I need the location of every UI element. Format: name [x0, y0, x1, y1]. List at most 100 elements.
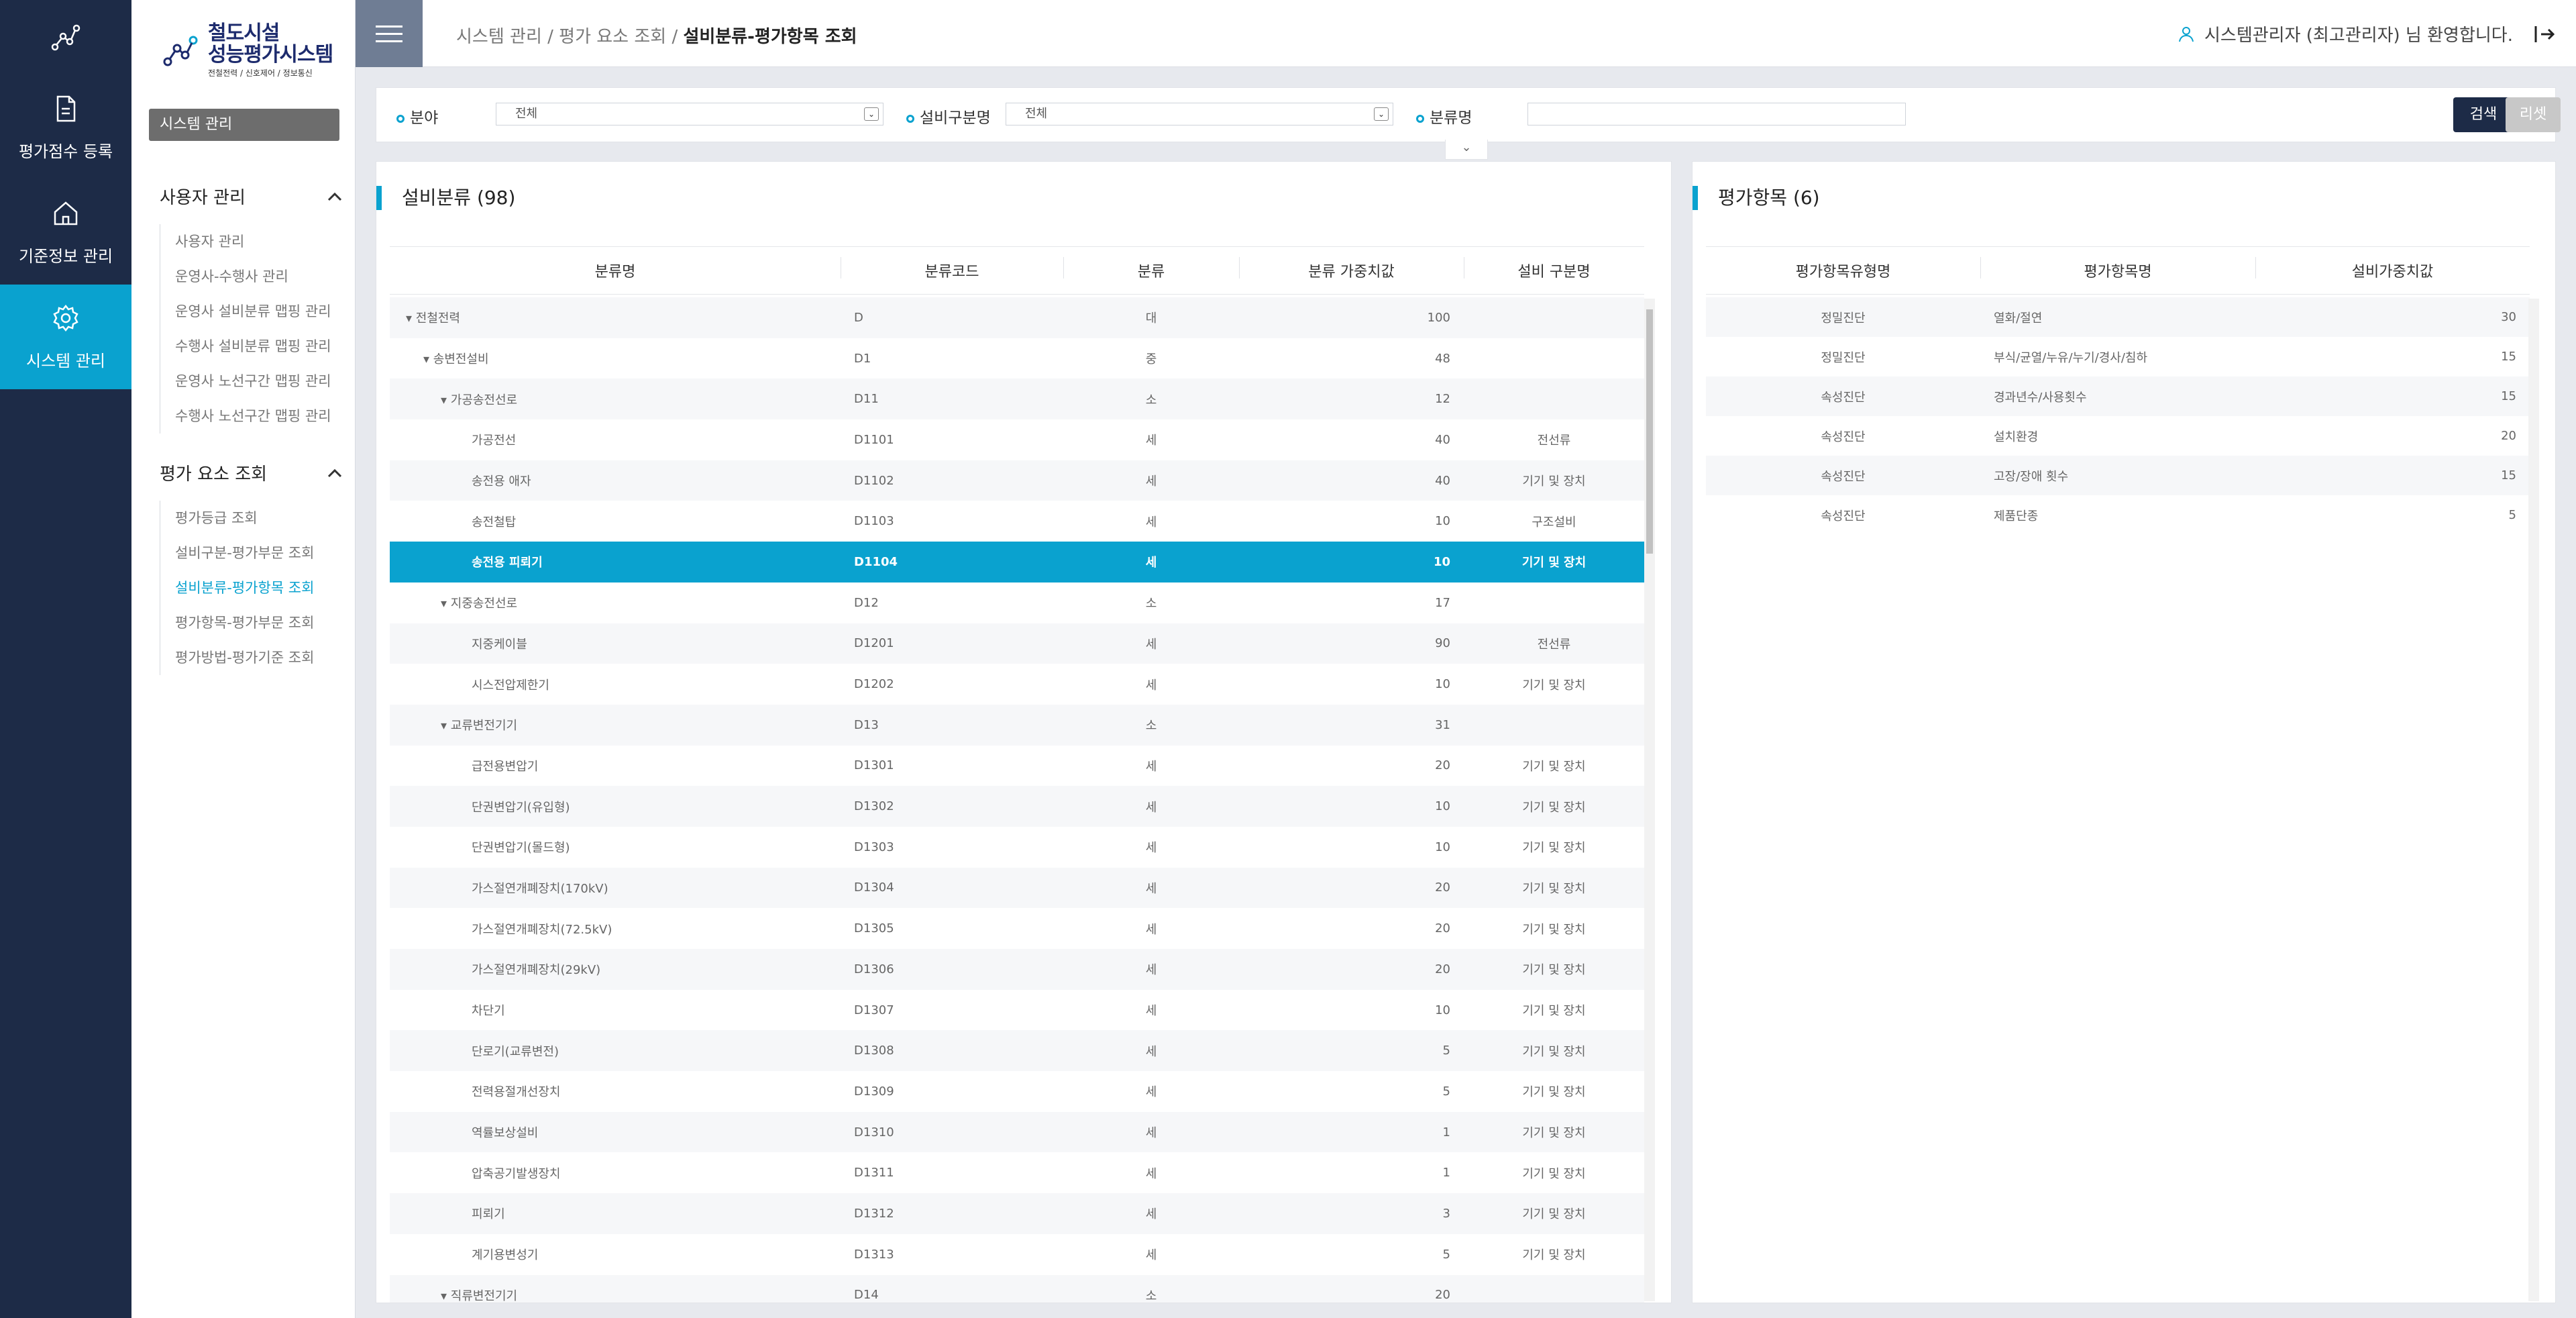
table-row[interactable]: 가스절연개폐장치(72.5kV) D1305 세 20 기기 및 장치: [390, 908, 1644, 949]
table-row[interactable]: ▾ 직류변전기기 D14 소 20: [390, 1274, 1644, 1303]
search-button[interactable]: 검색: [2453, 97, 2514, 132]
top-bar: 시스템 관리 / 평가 요소 조회 / 설비분류-평가항목 조회 시스템관리자 …: [356, 0, 2576, 67]
chevron-down-icon: ⌄: [864, 107, 879, 121]
cell-class-name: 가스절연개폐장치(170kV): [472, 881, 608, 896]
table-row[interactable]: 계기용변성기 D1313 세 5 기기 및 장치: [390, 1234, 1644, 1275]
cell-class-code: D1301: [854, 758, 894, 773]
table-row[interactable]: 지중케이블 D1201 세 90 전선류: [390, 623, 1644, 664]
class-name-input[interactable]: [1527, 103, 1906, 125]
table-row[interactable]: 속성진단 경과년수/사용횟수 15: [1706, 376, 2530, 416]
collapse-filter-button[interactable]: ⌄: [1445, 140, 1488, 160]
table-row[interactable]: 급전용변압기 D1301 세 20 기기 및 장치: [390, 746, 1644, 787]
evaluation-item-table-header: 평가항목유형명 평가항목명 설비가중치값: [1706, 246, 2530, 295]
cell-equip-name: 기기 및 장치: [1522, 922, 1586, 937]
cell-class-level: 세: [1145, 474, 1157, 489]
table-row[interactable]: 단권변압기(몰드형) D1303 세 10 기기 및 장치: [390, 827, 1644, 868]
cell-item-weight: 15: [2501, 468, 2516, 483]
cell-class-name: ▾ 교류변전기기: [441, 719, 518, 733]
column-header[interactable]: 설비 구분명: [1464, 257, 1644, 281]
cell-item-name: 설치환경: [1994, 429, 2039, 444]
cell-class-code: D1311: [854, 1166, 894, 1180]
table-row[interactable]: 전력용절개선장치 D1309 세 5 기기 및 장치: [390, 1071, 1644, 1112]
equip-select[interactable]: 전체 ⌄: [1006, 103, 1393, 125]
table-row[interactable]: ▾ 교류변전기기 D13 소 31: [390, 704, 1644, 746]
sidebar-group-title: 평가 요소 조회: [160, 464, 268, 485]
scrollbar-thumb[interactable]: [1646, 309, 1653, 554]
table-row[interactable]: 송전용 피뢰기 D1104 세 10 기기 및 장치: [390, 542, 1644, 582]
table-row[interactable]: 시스전압제한기 D1202 세 10 기기 및 장치: [390, 664, 1644, 705]
cell-item-name: 제품단종: [1994, 509, 2039, 523]
breadcrumb: 시스템 관리 / 평가 요소 조회 / 설비분류-평가항목 조회: [456, 23, 857, 48]
cell-class-code: D1310: [854, 1125, 894, 1139]
table-row[interactable]: 단로기(교류변전) D1308 세 5 기기 및 장치: [390, 1030, 1644, 1072]
table-row[interactable]: ▾ 송변전설비 D1 중 48: [390, 338, 1644, 379]
cell-class-level: 소: [1145, 719, 1157, 733]
cell-equip-name: 기기 및 장치: [1522, 841, 1586, 856]
sidebar-item[interactable]: 설비분류-평가항목 조회: [175, 570, 342, 605]
table-row[interactable]: 속성진단 설치환경 20: [1706, 416, 2530, 456]
reset-button[interactable]: 리셋: [2506, 97, 2561, 132]
column-header[interactable]: 분류코드: [841, 257, 1063, 281]
field-select[interactable]: 전체 ⌄: [496, 103, 883, 125]
table-row[interactable]: 송전철탑 D1103 세 10 구조설비: [390, 501, 1644, 542]
cell-equip-name: 기기 및 장치: [1522, 1166, 1586, 1181]
cell-item-weight: 15: [2501, 350, 2516, 364]
table-row[interactable]: ▾ 전철전력 D 대 100: [390, 297, 1644, 338]
cell-class-code: D1302: [854, 799, 894, 814]
cell-class-name: ▾ 직류변전기기: [441, 1288, 518, 1303]
table-row[interactable]: 가공전선 D1101 세 40 전선류: [390, 419, 1644, 460]
table-row[interactable]: 가스절연개폐장치(170kV) D1304 세 20 기기 및 장치: [390, 867, 1644, 909]
column-header[interactable]: 분류 가중치값: [1239, 257, 1464, 281]
sidebar-item[interactable]: 사용자 관리: [175, 224, 342, 259]
sidebar-item[interactable]: 운영사 노선구간 맵핑 관리: [175, 364, 342, 399]
column-header[interactable]: 분류: [1063, 257, 1239, 281]
rail-item-2[interactable]: 기준정보 관리: [0, 180, 131, 285]
column-header[interactable]: 설비가중치값: [2255, 257, 2530, 281]
cell-equip-name: 기기 및 장치: [1522, 881, 1586, 896]
table-row[interactable]: 정밀진단 열화/절연 30: [1706, 297, 2530, 337]
sidebar-item[interactable]: 운영사 설비분류 맵핑 관리: [175, 294, 342, 329]
sidebar-item[interactable]: 평가등급 조회: [175, 501, 342, 536]
table-row[interactable]: 압축공기발생장치 D1311 세 1 기기 및 장치: [390, 1152, 1644, 1193]
sidebar-item[interactable]: 운영사-수행사 관리: [175, 259, 342, 294]
chart-network-icon[interactable]: [0, 0, 131, 75]
column-header[interactable]: 평가항목유형명: [1706, 260, 1980, 281]
sidebar-item[interactable]: 수행사 설비분류 맵핑 관리: [175, 329, 342, 364]
rail-item-label: 평가점수 등록: [18, 142, 113, 161]
hamburger-menu-button[interactable]: [356, 0, 423, 67]
sidebar-section-title: 시스템 관리: [149, 109, 339, 141]
table-row[interactable]: 단권변압기(유입형) D1302 세 10 기기 및 장치: [390, 786, 1644, 827]
evaluation-item-scrollbar[interactable]: [2528, 299, 2539, 1301]
cell-class-name: 송전용 애자: [472, 474, 531, 489]
sidebar-group-header[interactable]: 사용자 관리: [160, 183, 342, 209]
cell-equip-name: 기기 및 장치: [1522, 1085, 1586, 1100]
sidebar-item[interactable]: 평가항목-평가부문 조회: [175, 605, 342, 640]
cell-class-weight: 1: [1442, 1125, 1450, 1139]
equipment-class-title: 설비분류 (98): [376, 186, 515, 210]
sidebar-group-header[interactable]: 평가 요소 조회: [160, 459, 342, 486]
logout-icon[interactable]: [2533, 24, 2556, 44]
table-row[interactable]: 속성진단 고장/장애 횟수 15: [1706, 456, 2530, 495]
table-row[interactable]: 피뢰기 D1312 세 3 기기 및 장치: [390, 1193, 1644, 1234]
sidebar-item[interactable]: 평가방법-평가기준 조회: [175, 640, 342, 675]
table-row[interactable]: 정밀진단 부식/균열/누유/누기/경사/침하 15: [1706, 337, 2530, 376]
sidebar-item[interactable]: 수행사 노선구간 맵핑 관리: [175, 399, 342, 434]
rail-item-3[interactable]: 시스템 관리: [0, 285, 131, 389]
sidebar-item[interactable]: 설비구분-평가부문 조회: [175, 536, 342, 570]
brand-logo[interactable]: 철도시설 성능평가시스템 전철전력 / 신호제어 / 정보통신: [131, 0, 355, 101]
table-row[interactable]: ▾ 지중송전선로 D12 소 17: [390, 582, 1644, 623]
column-header[interactable]: 분류명: [390, 260, 841, 281]
table-row[interactable]: 가스절연개폐장치(29kV) D1306 세 20 기기 및 장치: [390, 949, 1644, 990]
equipment-class-scrollbar[interactable]: [1644, 299, 1655, 1301]
cell-class-code: D1306: [854, 962, 894, 976]
table-row[interactable]: ▾ 가공송전선로 D11 소 12: [390, 378, 1644, 420]
table-row[interactable]: 속성진단 제품단종 5: [1706, 495, 2530, 535]
table-row[interactable]: 역률보상설비 D1310 세 1 기기 및 장치: [390, 1111, 1644, 1153]
column-header[interactable]: 평가항목명: [1980, 257, 2255, 281]
table-row[interactable]: 송전용 애자 D1102 세 40 기기 및 장치: [390, 460, 1644, 501]
table-row[interactable]: 차단기 D1307 세 10 기기 및 장치: [390, 990, 1644, 1031]
rail-item-1[interactable]: 평가점수 등록: [0, 75, 131, 180]
home-icon: [51, 199, 80, 232]
network-logo-icon: [163, 36, 198, 66]
cell-class-code: D1308: [854, 1044, 894, 1058]
